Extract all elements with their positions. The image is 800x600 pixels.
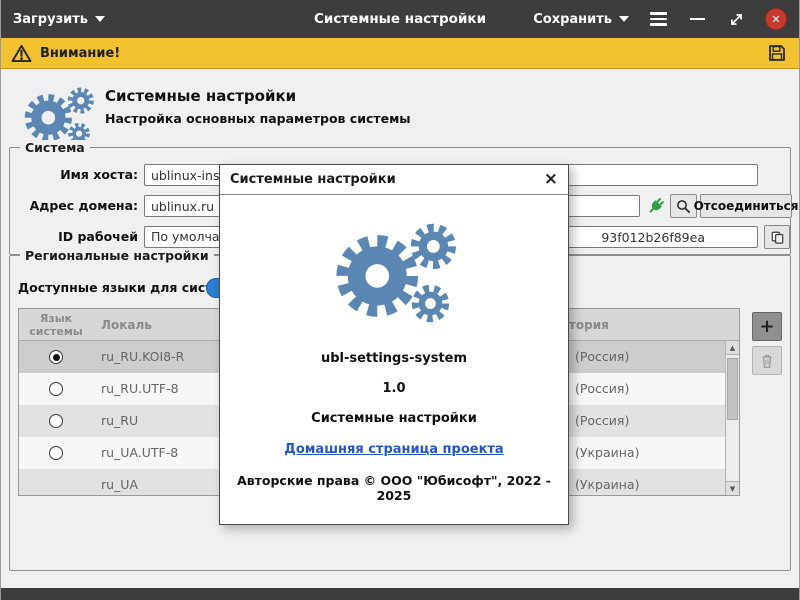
dialog-close-button[interactable]: × <box>544 171 558 188</box>
app-window: Загрузить Системные настройки Сохранить <box>0 0 800 600</box>
hamburger-icon <box>650 12 667 26</box>
chevron-down-icon <box>95 16 105 22</box>
page-title: Системные настройки <box>105 87 296 105</box>
minimize-icon <box>690 18 705 21</box>
column-header-system-language: Язык системы <box>19 309 93 340</box>
plug-connected-icon <box>647 197 665 215</box>
expand-icon <box>729 12 744 27</box>
radio-cell <box>19 469 93 496</box>
table-scrollbar[interactable]: ▲ ▼ <box>725 341 739 495</box>
domain-label: Адрес домена: <box>10 195 138 217</box>
page-subtitle: Настройка основных параметров системы <box>105 111 411 126</box>
copy-icon <box>770 230 785 245</box>
plus-icon: + <box>759 316 774 337</box>
radio-cell <box>19 437 93 469</box>
system-group-legend: Система <box>20 140 90 156</box>
radio-button[interactable] <box>49 382 63 396</box>
load-button[interactable]: Загрузить <box>13 12 105 27</box>
scrollbar-thumb[interactable] <box>727 358 738 420</box>
bottom-bar <box>1 588 799 600</box>
add-locale-button[interactable]: + <box>752 312 782 341</box>
close-icon: ✕ <box>771 13 780 26</box>
dialog-titlebar: Системные настройки × <box>220 165 568 195</box>
floppy-icon <box>767 43 787 63</box>
radio-button[interactable] <box>49 446 63 460</box>
radio-button[interactable] <box>49 350 63 364</box>
load-button-label: Загрузить <box>13 12 88 27</box>
maximize-button[interactable] <box>726 9 746 29</box>
save-button[interactable]: Сохранить <box>533 12 629 27</box>
disconnect-button[interactable]: Отсоединиться <box>700 194 792 218</box>
dialog-version: 1.0 <box>220 381 568 396</box>
dialog-copyright: Авторские права © ООО "Юбисофт", 2022 - … <box>220 473 568 503</box>
chevron-down-icon <box>619 16 629 22</box>
delete-locale-button[interactable] <box>752 346 782 375</box>
save-file-button[interactable] <box>765 41 789 65</box>
search-icon <box>676 199 691 214</box>
radio-button[interactable] <box>49 414 63 428</box>
warning-text: Внимание! <box>40 46 120 61</box>
minimize-button[interactable] <box>687 9 707 29</box>
radio-cell <box>19 341 93 373</box>
warning-icon <box>11 44 32 63</box>
scroll-down-arrow[interactable]: ▼ <box>726 481 739 495</box>
trash-icon <box>760 353 774 369</box>
titlebar: Загрузить Системные настройки Сохранить <box>1 0 799 38</box>
hostname-label: Имя хоста: <box>10 164 138 186</box>
scroll-up-arrow[interactable]: ▲ <box>726 341 739 355</box>
dialog-body: ubl-settings-system 1.0 Системные настро… <box>220 195 568 503</box>
radio-cell <box>19 405 93 437</box>
save-button-label: Сохранить <box>533 12 612 27</box>
window-title: Системные настройки <box>314 11 486 27</box>
copy-id-button[interactable] <box>764 225 790 249</box>
disconnect-button-label: Отсоединиться <box>694 199 799 213</box>
dialog-gears-icon <box>320 209 468 337</box>
close-button[interactable]: ✕ <box>765 8 787 30</box>
dialog-app-name: ubl-settings-system <box>220 351 568 366</box>
about-dialog: Системные настройки × ubl-settings-syste… <box>219 164 569 525</box>
radio-cell <box>19 373 93 405</box>
warning-bar: Внимание! <box>1 38 799 69</box>
dialog-app-title: Системные настройки <box>220 411 568 426</box>
menu-button[interactable] <box>648 9 668 29</box>
homepage-link[interactable]: Домашняя страница проекта <box>284 442 503 457</box>
dialog-title: Системные настройки <box>230 172 396 187</box>
regional-group-legend: Региональные настройки <box>20 248 214 264</box>
